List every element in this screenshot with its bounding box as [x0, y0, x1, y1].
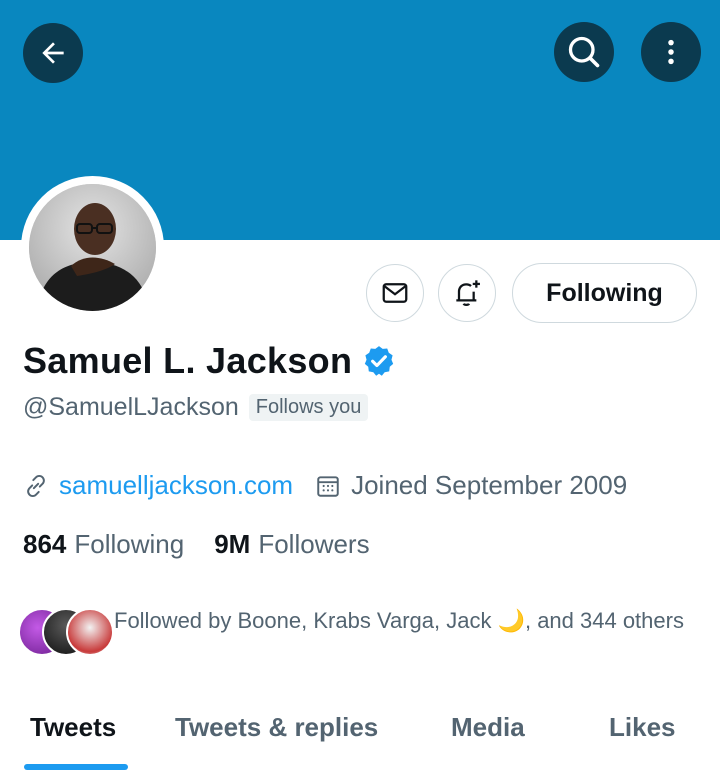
tab-media[interactable]: Media — [451, 712, 525, 743]
followers-label: Followers — [258, 529, 370, 559]
profile-meta: samuelljackson.com Joined September 2009 — [23, 470, 627, 501]
profile-name: Samuel L. Jackson — [23, 340, 353, 381]
notifications-button[interactable] — [438, 264, 496, 322]
envelope-icon — [382, 283, 408, 303]
following-stat[interactable]: 864 Following — [23, 529, 184, 560]
followers-stat[interactable]: 9M Followers — [214, 529, 369, 560]
verified-badge-icon — [365, 346, 394, 376]
handle-row: @SamuelLJackson Follows you — [23, 393, 369, 422]
following-label: Following — [74, 529, 185, 559]
follower-avatar — [66, 608, 114, 656]
joined-date: Joined September 2009 — [351, 470, 628, 500]
profile-handle: @SamuelLJackson — [23, 393, 239, 421]
link-icon — [27, 474, 45, 497]
profile-tabs: Tweets Tweets & replies Media Likes — [0, 700, 720, 771]
search-icon — [568, 36, 600, 68]
avatar-image — [29, 184, 156, 311]
back-button[interactable] — [23, 23, 83, 83]
follows-you-badge: Follows you — [248, 394, 369, 421]
bell-plus-icon — [456, 280, 480, 306]
following-button[interactable]: Following — [512, 263, 697, 323]
tab-likes[interactable]: Likes — [609, 712, 676, 743]
tab-tweets-replies[interactable]: Tweets & replies — [175, 712, 378, 743]
following-count: 864 — [23, 529, 67, 559]
more-options-button[interactable] — [641, 22, 701, 82]
tab-tweets[interactable]: Tweets — [30, 712, 116, 743]
avatar[interactable] — [21, 176, 164, 319]
message-button[interactable] — [366, 264, 424, 322]
active-tab-indicator — [24, 764, 128, 770]
website-link[interactable]: samuelljackson.com — [59, 470, 293, 501]
followed-by-text: Followed by Boone, Krabs Varga, Jack 🌙, … — [114, 608, 684, 633]
follow-stats: 864 Following 9M Followers — [23, 529, 370, 560]
search-button[interactable] — [554, 22, 614, 82]
profile-name-row: Samuel L. Jackson — [23, 340, 396, 382]
arrow-left-icon — [42, 42, 64, 64]
more-vertical-icon — [668, 39, 674, 65]
calendar-icon — [317, 475, 339, 497]
followers-count: 9M — [214, 529, 251, 559]
